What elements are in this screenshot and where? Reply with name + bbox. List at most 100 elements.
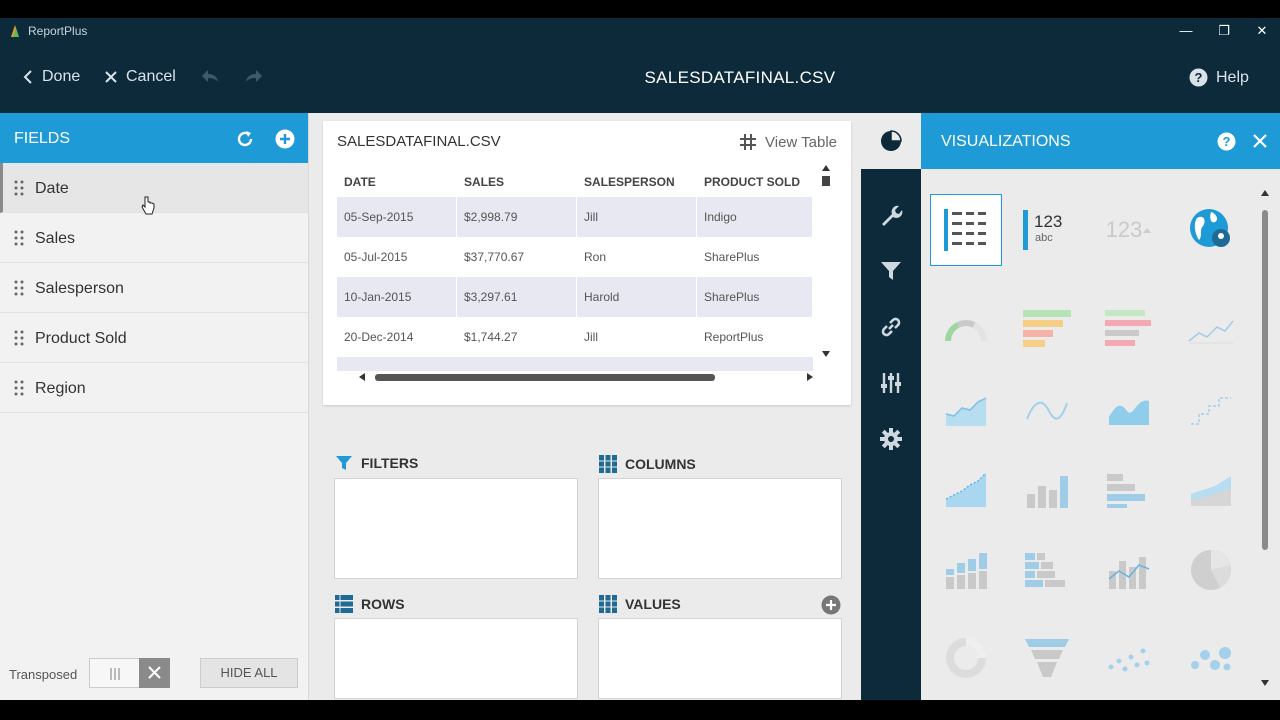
viz-pie[interactable] [1175, 534, 1247, 606]
field-item-region[interactable]: Region [0, 363, 308, 413]
viz-doughnut[interactable] [930, 622, 1002, 694]
viz-area[interactable] [1093, 374, 1165, 446]
viz-stacked-bullet[interactable] [1093, 294, 1165, 366]
close-panel-icon[interactable] [1253, 134, 1267, 148]
fields-panel: FIELDS Date Sales Salesperson Product So… [0, 113, 308, 700]
column-header[interactable]: SALESPERSON [577, 167, 697, 197]
add-field-icon[interactable] [275, 129, 295, 149]
app-window: ReportPlus — ❐ ✕ Done Cancel SALESDATAFI… [0, 18, 1280, 700]
viz-scatter[interactable] [1093, 622, 1165, 694]
field-item-salesperson[interactable]: Salesperson [0, 263, 308, 313]
close-window-button[interactable]: ✕ [1247, 21, 1277, 41]
help-button[interactable]: ? Help [1189, 68, 1249, 87]
minimize-button[interactable]: — [1171, 21, 1201, 41]
column-header[interactable]: DATE [337, 167, 457, 197]
toggle-off-knob[interactable] [139, 658, 170, 688]
globe-map-icon [1190, 209, 1230, 247]
visualizations-scrollbar[interactable] [1259, 188, 1271, 688]
viz-combo[interactable] [1093, 534, 1165, 606]
column-header[interactable]: SALES [457, 167, 577, 197]
viz-stacked-bar[interactable] [1011, 534, 1083, 606]
viz-bubble[interactable] [1175, 622, 1247, 694]
viz-map[interactable] [1175, 194, 1247, 266]
viz-funnel[interactable] [1011, 622, 1083, 694]
hide-all-button[interactable]: HIDE ALL [200, 658, 298, 688]
view-table-label: View Table [765, 133, 837, 151]
svg-text:?: ? [1223, 134, 1231, 149]
pie-chart-icon [881, 130, 902, 151]
kpi-trend-text: 123 [1105, 217, 1143, 242]
viz-bar[interactable] [1093, 454, 1165, 526]
filters-drop-zone[interactable] [334, 478, 578, 579]
step-area-icon [945, 472, 987, 507]
column-header[interactable]: PRODUCT SOLD [697, 167, 813, 197]
viz-step-area[interactable] [930, 454, 1002, 526]
table-cell: Jill [577, 317, 697, 357]
table-cell: Jill [577, 197, 697, 237]
page-title-text: SALESDATAFINAL.CSV [644, 68, 836, 87]
viz-stacked-area[interactable] [1175, 454, 1247, 526]
pie-chart-icon [1191, 550, 1231, 590]
viz-kpi-trend[interactable]: 123 [1093, 194, 1165, 266]
table-cell: Ron [577, 237, 697, 277]
grid-vertical-scrollbar[interactable] [819, 161, 833, 361]
settings-tab-strip [861, 113, 921, 700]
field-item-product-sold[interactable]: Product Sold [0, 313, 308, 363]
viz-spline[interactable] [1011, 374, 1083, 446]
tab-visualizations[interactable] [861, 113, 921, 169]
drag-handle-icon[interactable] [13, 379, 25, 397]
drag-handle-icon[interactable] [13, 179, 25, 197]
tab-adjustments[interactable] [861, 355, 921, 411]
add-value-icon[interactable] [821, 595, 841, 615]
values-drop-zone[interactable] [598, 618, 842, 699]
wrench-icon [882, 205, 903, 226]
bubble-chart-icon [1191, 647, 1231, 671]
table-row: 05-Jul-2015 $37,770.67 Ron SharePlus [337, 237, 813, 277]
fields-title: FIELDS [14, 130, 71, 147]
restore-button[interactable]: ❐ [1209, 21, 1239, 41]
viz-step-line[interactable] [1175, 374, 1247, 446]
tab-settings-wrench[interactable] [861, 187, 921, 243]
columns-label: COLUMNS [625, 456, 696, 472]
doughnut-chart-icon [946, 638, 986, 678]
tab-links[interactable] [861, 299, 921, 355]
hash-icon [740, 134, 756, 150]
viz-stacked-column[interactable] [930, 534, 1002, 606]
viz-gauge[interactable] [930, 294, 1002, 366]
table-row: 05-Sep-2015 $2,998.79 Jill Indigo [337, 197, 813, 237]
viz-spline-area[interactable] [930, 374, 1002, 446]
table-row: 10-Jan-2015 $3,297.61 Harold SharePlus [337, 277, 813, 317]
values-icon [599, 595, 617, 613]
toolbar: Done Cancel SALESDATAFINAL.CSV ? Help [0, 44, 1280, 113]
viz-sparkline[interactable] [1175, 294, 1247, 366]
filters-label: FILTERS [361, 455, 419, 471]
viz-column[interactable] [1011, 454, 1083, 526]
tab-filters[interactable] [861, 243, 921, 299]
help-icon[interactable]: ? [1217, 132, 1236, 151]
refresh-icon[interactable] [235, 129, 255, 149]
drag-handle-icon[interactable] [13, 329, 25, 347]
table-cell: $2,998.79 [457, 197, 577, 237]
columns-drop-zone[interactable] [598, 478, 842, 579]
field-item-sales[interactable]: Sales [0, 213, 308, 263]
tab-settings[interactable] [861, 411, 921, 467]
grid-table-icon [944, 209, 986, 251]
viz-bullet-graph[interactable] [1011, 294, 1083, 366]
view-table-button[interactable]: View Table [739, 133, 837, 151]
table-cell: Harold [577, 277, 697, 317]
bar-chart-icon [1107, 474, 1145, 508]
field-label: Sales [35, 230, 76, 247]
kpi-abc-text: abc [1035, 232, 1053, 244]
page-title: SALESDATAFINAL.CSV [0, 68, 1280, 88]
transposed-toggle[interactable] [89, 658, 170, 688]
field-item-date[interactable]: Date [0, 163, 308, 215]
viz-grid-table[interactable] [930, 194, 1002, 266]
viz-text-kpi[interactable]: 123 abc [1011, 194, 1083, 266]
drag-handle-icon[interactable] [13, 279, 25, 297]
rows-drop-zone[interactable] [334, 618, 578, 699]
grid-horizontal-scrollbar[interactable] [359, 372, 819, 382]
table-cell: 10-Jan-2015 [337, 277, 457, 317]
preview-title: SALESDATAFINAL.CSV [337, 133, 501, 150]
drag-handle-icon[interactable] [13, 229, 25, 247]
editor-area: SALESDATAFINAL.CSV View Table DATE SALES… [309, 113, 861, 700]
